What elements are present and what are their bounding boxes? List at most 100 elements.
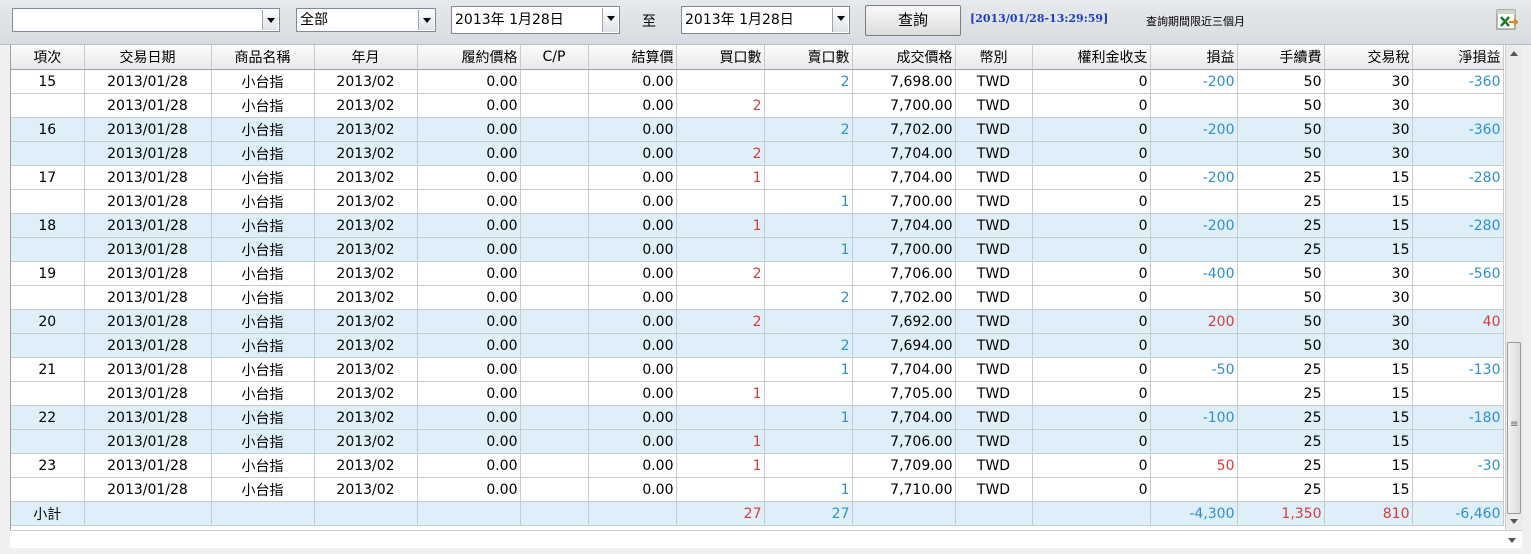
table-row[interactable]: 17 2013/01/28 小台指 2013/02 0.00 0.00 1 7,704.00 T…	[11, 165, 1504, 190]
cell-net-profit-loss	[1412, 93, 1504, 118]
table-row[interactable]: 20 2013/01/28 小台指 2013/02 0.00 0.00 2 7,692.00 T…	[11, 309, 1504, 334]
cell-buy-qty: 1	[676, 213, 765, 238]
cell-strike-price: 0.00	[417, 405, 521, 430]
cell-profit-loss: -200	[1150, 213, 1238, 238]
cell-buy-qty	[676, 333, 765, 358]
cell-currency: TWD	[955, 453, 1033, 478]
column-header-contract-month[interactable]: 年月	[314, 45, 418, 70]
chevron-down-icon[interactable]	[262, 10, 278, 30]
cell-contract-month: 2013/02	[314, 117, 418, 142]
cell-trade-date: 2013/01/28	[84, 333, 212, 358]
cell-item-no: 17	[11, 165, 85, 190]
table-row[interactable]: 18 2013/01/28 小台指 2013/02 0.00 0.00 1 7,704.00 T…	[11, 213, 1504, 238]
cell-settlement-price: 0.00	[588, 117, 677, 142]
cell-trade-price: 7,694.00	[852, 333, 956, 358]
table-row[interactable]: 2013/01/28 小台指 2013/02 0.00 0.00 2 7,694.00 TWD…	[11, 333, 1504, 358]
table-row[interactable]: 16 2013/01/28 小台指 2013/02 0.00 0.00 2 7,702.00 T…	[11, 117, 1504, 142]
scroll-thumb[interactable]	[1507, 342, 1521, 514]
subtotal-empty-cell	[417, 501, 521, 526]
column-header-sell-qty[interactable]: 賣口數	[764, 45, 853, 70]
column-header-fee[interactable]: 手續費	[1237, 45, 1325, 70]
cell-buy-qty: 2	[676, 93, 765, 118]
subtotal-profit-loss: -4,300	[1150, 501, 1238, 526]
table-row[interactable]: 2013/01/28 小台指 2013/02 0.00 0.00 2 7,702.00 TWD…	[11, 285, 1504, 310]
cell-currency: TWD	[955, 93, 1033, 118]
column-header-trade-date[interactable]: 交易日期	[84, 45, 212, 70]
product-select[interactable]: 全部	[296, 8, 436, 32]
cell-tax: 15	[1324, 189, 1413, 214]
cell-trade-price: 7,704.00	[852, 213, 956, 238]
cell-currency: TWD	[955, 381, 1033, 406]
cell-premium: 0	[1032, 213, 1151, 238]
cell-settlement-price: 0.00	[588, 141, 677, 166]
cell-trade-date: 2013/01/28	[84, 165, 212, 190]
table-row[interactable]: 2013/01/28 小台指 2013/02 0.00 0.00 1 7,700.00 TWD…	[11, 189, 1504, 214]
cell-trade-price: 7,692.00	[852, 309, 956, 334]
column-header-strike-price[interactable]: 履約價格	[417, 45, 521, 70]
chevron-down-icon[interactable]	[418, 10, 434, 30]
calendar-dropdown-icon[interactable]	[832, 8, 848, 32]
cell-premium: 0	[1032, 285, 1151, 310]
cell-profit-loss: 50	[1150, 453, 1238, 478]
cell-currency: TWD	[955, 357, 1033, 382]
table-row[interactable]: 19 2013/01/28 小台指 2013/02 0.00 0.00 2 7,706.00 T…	[11, 261, 1504, 286]
cell-trade-date: 2013/01/28	[84, 309, 212, 334]
cell-fee: 25	[1237, 429, 1325, 454]
cell-premium: 0	[1032, 453, 1151, 478]
cell-settlement-price: 0.00	[588, 333, 677, 358]
subtotal-tax: 810	[1324, 501, 1413, 526]
column-header-product-name[interactable]: 商品名稱	[211, 45, 315, 70]
cell-tax: 30	[1324, 261, 1413, 286]
column-header-settlement-price[interactable]: 結算價	[588, 45, 677, 70]
excel-export-icon[interactable]	[1495, 8, 1519, 32]
account-select[interactable]	[12, 8, 280, 32]
column-header-item-no[interactable]: 項次	[11, 45, 85, 70]
cell-call-put	[520, 333, 589, 358]
cell-contract-month: 2013/02	[314, 333, 418, 358]
cell-fee: 25	[1237, 381, 1325, 406]
cell-item-no	[11, 477, 85, 502]
cell-tax: 15	[1324, 453, 1413, 478]
cell-premium: 0	[1032, 165, 1151, 190]
column-header-call-put[interactable]: C/P	[520, 45, 589, 70]
column-header-buy-qty[interactable]: 買口數	[676, 45, 765, 70]
column-header-net-profit-loss[interactable]: 淨損益	[1412, 45, 1504, 70]
cell-trade-date: 2013/01/28	[84, 141, 212, 166]
table-row[interactable]: 22 2013/01/28 小台指 2013/02 0.00 0.00 1 7,704.00 T…	[11, 405, 1504, 430]
table-row[interactable]: 21 2013/01/28 小台指 2013/02 0.00 0.00 1 7,704.00 T…	[11, 357, 1504, 382]
column-header-premium[interactable]: 權利金收支	[1032, 45, 1151, 70]
calendar-dropdown-icon[interactable]	[602, 8, 618, 32]
cell-tax: 30	[1324, 69, 1413, 94]
cell-contract-month: 2013/02	[314, 69, 418, 94]
query-button[interactable]: 查詢	[865, 5, 961, 36]
column-header-tax[interactable]: 交易稅	[1324, 45, 1413, 70]
column-header-currency[interactable]: 幣別	[955, 45, 1033, 70]
date-from-picker[interactable]: 2013年 1月28日	[451, 6, 620, 34]
scroll-down-icon[interactable]	[1508, 538, 1516, 543]
cell-settlement-price: 0.00	[588, 357, 677, 382]
cell-item-no	[11, 237, 85, 262]
bottom-scroll-area	[10, 530, 1522, 548]
scroll-down-icon[interactable]	[1510, 519, 1518, 524]
cell-buy-qty: 2	[676, 141, 765, 166]
cell-contract-month: 2013/02	[314, 141, 418, 166]
column-header-profit-loss[interactable]: 損益	[1150, 45, 1238, 70]
table-row[interactable]: 2013/01/28 小台指 2013/02 0.00 0.00 2 7,704.00 TWD…	[11, 141, 1504, 166]
table-row[interactable]: 2013/01/28 小台指 2013/02 0.00 0.00 1 7,706.00 TWD…	[11, 429, 1504, 454]
cell-profit-loss	[1150, 333, 1238, 358]
table-row[interactable]: 2013/01/28 小台指 2013/02 0.00 0.00 1 7,705.00 TWD…	[11, 381, 1504, 406]
date-to-picker[interactable]: 2013年 1月28日	[681, 6, 850, 34]
table-row[interactable]: 2013/01/28 小台指 2013/02 0.00 0.00 1 7,710.00 TWD…	[11, 477, 1504, 502]
vertical-scrollbar[interactable]	[1505, 45, 1523, 530]
table-row[interactable]: 15 2013/01/28 小台指 2013/02 0.00 0.00 2 7,698.00 T…	[11, 69, 1504, 94]
cell-profit-loss	[1150, 429, 1238, 454]
table-row[interactable]: 2013/01/28 小台指 2013/02 0.00 0.00 1 7,700.00 TWD…	[11, 237, 1504, 262]
scroll-up-icon[interactable]	[1510, 51, 1518, 56]
column-header-trade-price[interactable]: 成交價格	[852, 45, 956, 70]
cell-strike-price: 0.00	[417, 117, 521, 142]
cell-call-put	[520, 165, 589, 190]
table-row[interactable]: 23 2013/01/28 小台指 2013/02 0.00 0.00 1 7,709.00 T…	[11, 453, 1504, 478]
cell-fee: 25	[1237, 213, 1325, 238]
table-row[interactable]: 2013/01/28 小台指 2013/02 0.00 0.00 2 7,700.00 TWD…	[11, 93, 1504, 118]
cell-net-profit-loss	[1412, 333, 1504, 358]
